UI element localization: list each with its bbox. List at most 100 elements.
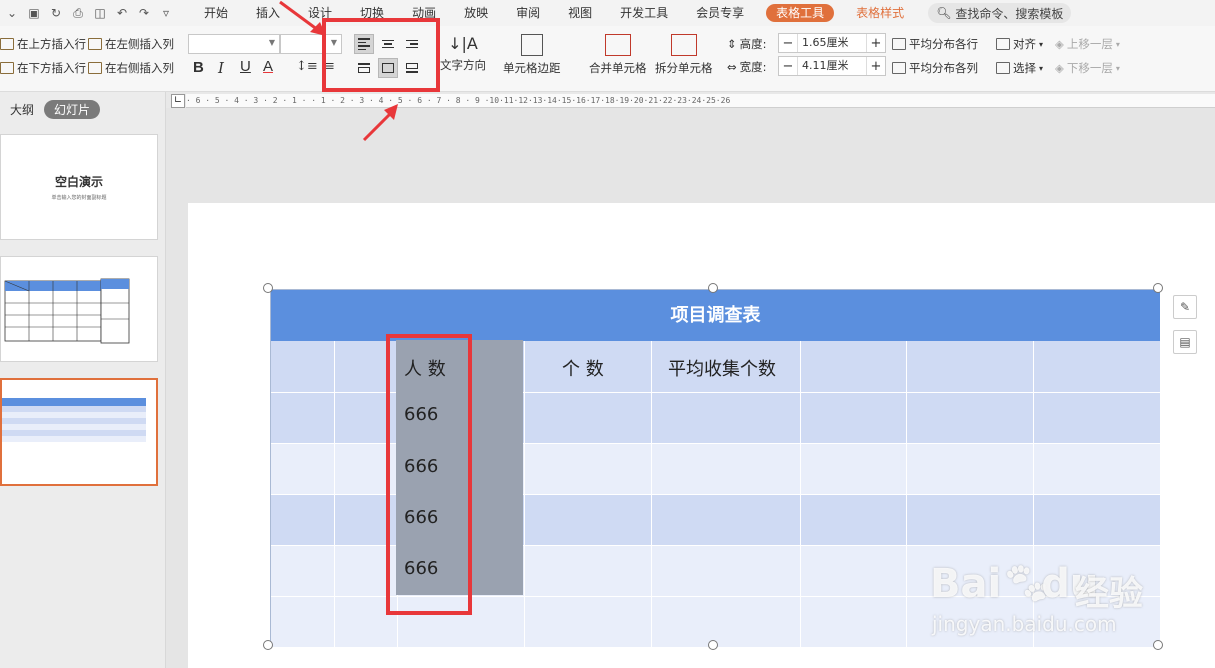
resize-handle[interactable] xyxy=(263,283,273,293)
watermark-cn: 经验 xyxy=(1075,574,1143,614)
slide-thumbnail-1[interactable]: 空白演示 单击输入您的封面副标题 xyxy=(0,134,158,240)
search-icon: 🔍︎ xyxy=(936,6,952,20)
bring-forward-button[interactable]: ◈ 上移一层 ▾ xyxy=(1055,36,1120,52)
text-direction-icon: ↓|A xyxy=(448,34,478,53)
width-value[interactable]: 4.11厘米 xyxy=(797,57,867,75)
resize-handle[interactable] xyxy=(1153,640,1163,650)
insert-above-label: 在上方插入行 xyxy=(17,37,86,51)
select-dropdown[interactable]: 选择 ▾ xyxy=(996,60,1043,76)
insert-row-above-icon xyxy=(0,38,14,50)
chevron-down-icon[interactable]: ⌄ xyxy=(4,5,20,21)
tab-stop-selector[interactable]: ∟ xyxy=(171,94,185,108)
send-backward-label: 下移一层 xyxy=(1066,61,1113,75)
thumb-table-preview-3 xyxy=(2,398,146,442)
menu-view[interactable]: 视图 xyxy=(554,0,606,26)
undo-history-icon[interactable]: ↻ xyxy=(48,5,64,21)
header-average[interactable]: 平均收集个数 xyxy=(668,355,776,381)
width-label: 宽度: xyxy=(739,60,767,74)
send-backward-icon: ◈ xyxy=(1055,61,1064,75)
italic-button[interactable]: I xyxy=(218,59,224,77)
cell-margin-icon xyxy=(520,34,543,56)
insert-below-button[interactable]: 在下方插入行 xyxy=(0,60,86,76)
edit-style-icon[interactable]: ✎ xyxy=(1173,295,1197,319)
cell-margin-button[interactable]: 单元格边距 xyxy=(503,34,561,76)
undo-icon[interactable]: ↶ xyxy=(114,5,130,21)
slide-thumbnail-2[interactable] xyxy=(0,256,158,362)
font-family-select[interactable]: ▼ xyxy=(188,34,280,54)
bring-forward-icon: ◈ xyxy=(1055,37,1064,51)
distribute-rows-button[interactable]: 平均分布各行 xyxy=(892,36,978,52)
select-label: 选择 xyxy=(1013,61,1036,75)
menu-home[interactable]: 开始 xyxy=(190,0,242,26)
header-count[interactable]: 个 数 xyxy=(562,355,604,381)
tab-table-style[interactable]: 表格样式 xyxy=(842,0,918,26)
height-value[interactable]: 1.65厘米 xyxy=(797,34,867,52)
height-stepper[interactable]: − 1.65厘米 + xyxy=(778,33,886,53)
search-placeholder: 查找命令、搜索模板 xyxy=(955,6,1064,21)
decrease-width-button[interactable]: − xyxy=(779,59,797,74)
height-label: 高度: xyxy=(739,37,767,51)
insert-above-button[interactable]: 在上方插入行 xyxy=(0,36,86,52)
split-cells-button[interactable]: 拆分单元格 xyxy=(655,34,713,76)
ruler-numbers: · 6 · 5 · 4 · 3 · 2 · 1 · · 1 · 2 · 3 · … xyxy=(186,96,731,105)
panel-tabs: 大纲 幻灯片 xyxy=(10,100,101,119)
menu-member[interactable]: 会员专享 xyxy=(682,0,758,26)
watermark-brand-text: Bai xyxy=(930,561,1002,607)
merge-cells-button[interactable]: 合并单元格 xyxy=(589,34,647,76)
slides-panel: 大纲 幻灯片 空白演示 单击输入您的封面副标题 xyxy=(0,92,166,668)
distribute-rows-label: 平均分布各行 xyxy=(909,37,978,51)
table-tools-icon[interactable]: ▤ xyxy=(1173,330,1197,354)
insert-left-button[interactable]: 在左侧插入列 xyxy=(88,36,174,52)
distribute-cols-icon xyxy=(892,62,906,74)
customize-icon[interactable]: ▿ xyxy=(158,5,174,21)
width-stepper[interactable]: − 4.11厘米 + xyxy=(778,56,886,76)
redo-icon[interactable]: ↷ xyxy=(136,5,152,21)
watermark-url: jingyan.baidu.com xyxy=(932,612,1117,636)
insert-row-below-icon xyxy=(0,62,14,74)
bring-forward-label: 上移一层 xyxy=(1066,37,1113,51)
paw-icon: 🐾︎ xyxy=(1001,561,1052,607)
insert-left-label: 在左侧插入列 xyxy=(105,37,174,51)
search-box[interactable]: 🔍︎ 查找命令、搜索模板 xyxy=(928,3,1072,23)
menu-slideshow[interactable]: 放映 xyxy=(450,0,502,26)
save-icon[interactable]: ▣ xyxy=(26,5,42,21)
height-icon: ⇕ xyxy=(727,37,737,51)
thumb-title: 空白演示 xyxy=(54,175,103,189)
distribute-cols-button[interactable]: 平均分布各列 xyxy=(892,60,978,76)
text-direction-button[interactable]: ↓|A 文字方向 xyxy=(440,34,486,73)
thumb-subtitle: 单击输入您的封面副标题 xyxy=(51,195,107,201)
merge-cells-icon xyxy=(604,34,631,56)
menu-review[interactable]: 审阅 xyxy=(502,0,554,26)
resize-handle[interactable] xyxy=(708,283,718,293)
increase-width-button[interactable]: + xyxy=(867,59,885,74)
width-label-group: ⇔ 宽度: xyxy=(727,59,767,75)
tab-table-tools[interactable]: 表格工具 xyxy=(766,4,835,22)
annotation-arrows xyxy=(279,0,398,142)
insert-right-button[interactable]: 在右侧插入列 xyxy=(88,60,174,76)
resize-handle[interactable] xyxy=(263,640,273,650)
menu-developer[interactable]: 开发工具 xyxy=(606,0,682,26)
tab-slides[interactable]: 幻灯片 xyxy=(44,100,101,119)
insert-col-right-icon xyxy=(88,62,102,74)
text-direction-label: 文字方向 xyxy=(440,58,486,72)
bold-button[interactable]: B xyxy=(193,59,204,76)
watermark-brand: Bai🐾︎du xyxy=(930,560,1098,607)
cell-margin-label: 单元格边距 xyxy=(503,61,561,75)
align-dropdown[interactable]: 对齐 ▾ xyxy=(996,36,1043,52)
split-cells-icon xyxy=(670,34,697,56)
resize-handle[interactable] xyxy=(1153,283,1163,293)
increase-height-button[interactable]: + xyxy=(867,36,885,51)
split-cells-label: 拆分单元格 xyxy=(655,61,713,75)
slide-thumbnail-3[interactable] xyxy=(0,378,158,486)
tab-outline[interactable]: 大纲 xyxy=(10,101,34,118)
insert-right-label: 在右侧插入列 xyxy=(105,61,174,75)
decrease-height-button[interactable]: − xyxy=(779,36,797,51)
send-backward-button[interactable]: ◈ 下移一层 ▾ xyxy=(1055,60,1120,76)
print-icon[interactable]: ⎙ xyxy=(70,5,86,21)
align-label: 对齐 xyxy=(1013,37,1036,51)
thumb-table-preview xyxy=(4,278,130,344)
underline-button[interactable]: U xyxy=(240,58,251,75)
insert-col-left-icon xyxy=(88,38,102,50)
print-preview-icon[interactable]: ◫ xyxy=(92,5,108,21)
resize-handle[interactable] xyxy=(708,640,718,650)
